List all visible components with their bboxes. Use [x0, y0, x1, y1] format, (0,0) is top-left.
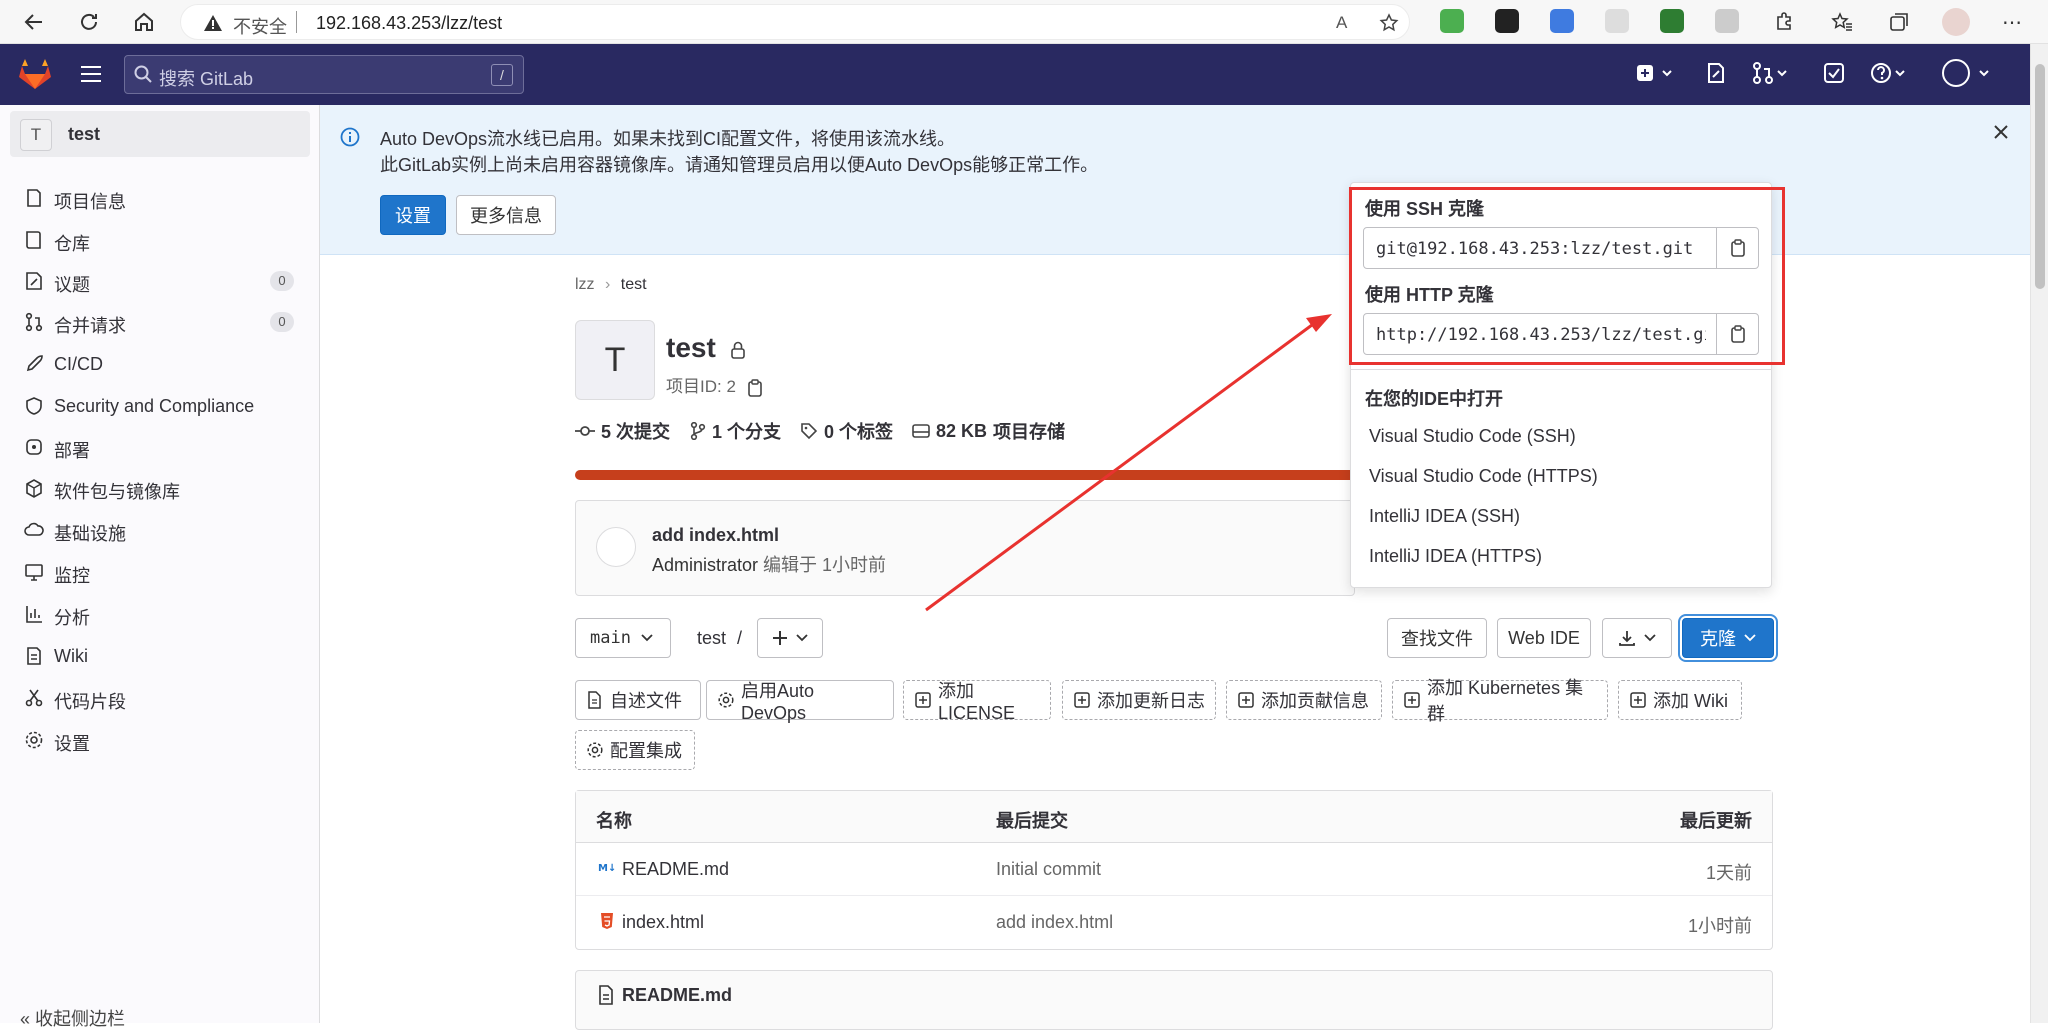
ide-option[interactable]: Visual Studio Code (HTTPS)	[1369, 466, 1598, 487]
dropdown-divider	[1351, 369, 1771, 370]
page-scrollbar[interactable]	[2030, 44, 2048, 1023]
ide-option[interactable]: Visual Studio Code (SSH)	[1369, 426, 1576, 447]
ide-option[interactable]: IntelliJ IDEA (HTTPS)	[1369, 546, 1542, 567]
annotation-highlight-box	[1349, 187, 1785, 365]
scrollbar-thumb[interactable]	[2035, 64, 2045, 289]
ide-label: 在您的IDE中打开	[1365, 389, 1504, 409]
ide-option[interactable]: IntelliJ IDEA (SSH)	[1369, 506, 1520, 527]
